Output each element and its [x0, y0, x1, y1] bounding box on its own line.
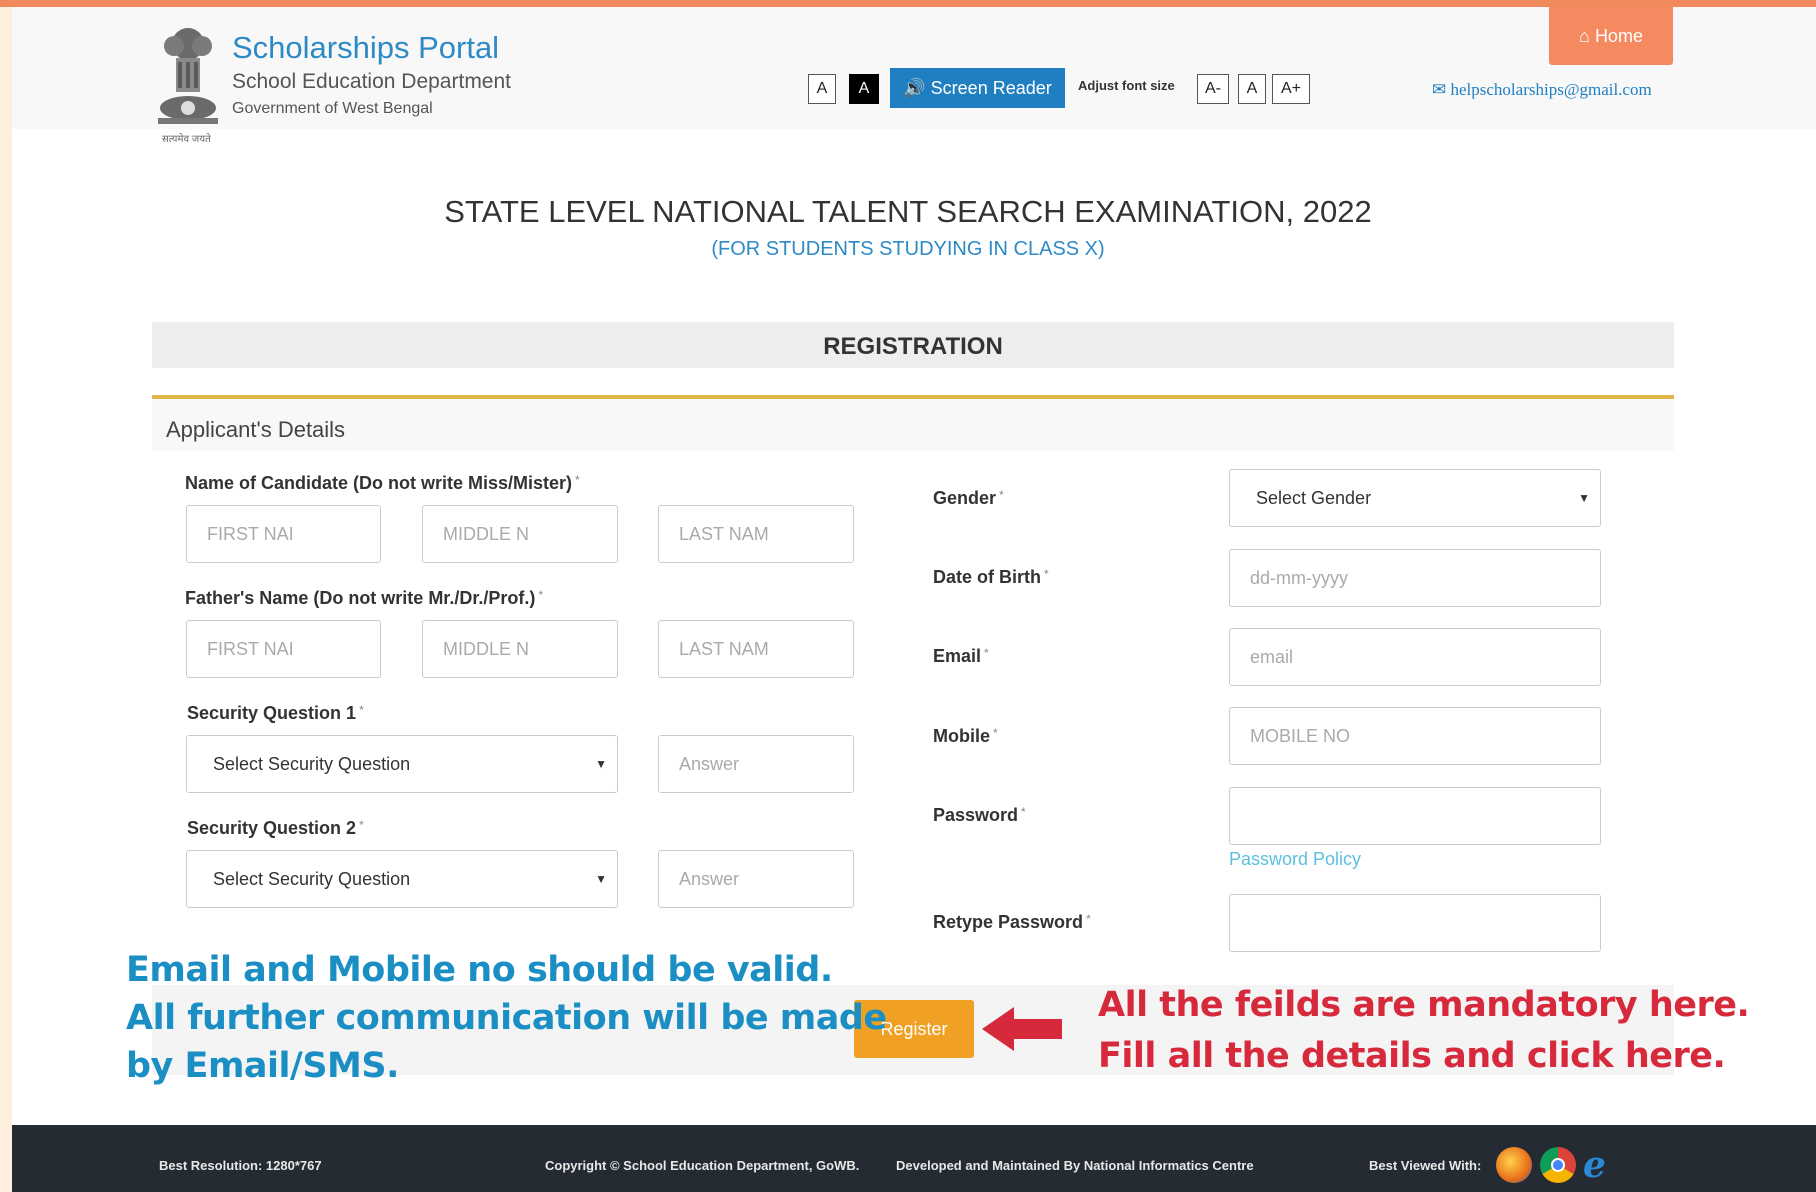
security-answer-2-input[interactable]: Answer: [658, 850, 854, 908]
chevron-down-icon: ▼: [1578, 491, 1590, 505]
security-question-2-value: Select Security Question: [213, 869, 411, 889]
gender-select[interactable]: Select Gender ▼: [1229, 469, 1601, 527]
chrome-icon: [1540, 1147, 1576, 1183]
note-valid-contact: Email and Mobile no should be valid.: [126, 950, 833, 990]
password-label: Password *: [933, 805, 1026, 825]
security-question-2-select[interactable]: Select Security Question ▼: [186, 850, 618, 908]
adjust-font-label: Adjust font size: [1078, 78, 1175, 93]
father-last-name-input[interactable]: LAST NAM: [658, 620, 854, 678]
font-increase-button[interactable]: A+: [1272, 74, 1310, 104]
mobile-input[interactable]: MOBILE NO: [1229, 707, 1601, 765]
security-question-1-value: Select Security Question: [213, 754, 411, 774]
note-email-sms: by Email/SMS.: [126, 1046, 399, 1086]
chrome-center-icon: [1551, 1158, 1565, 1172]
screen-reader-label: Screen Reader: [930, 78, 1052, 98]
security-answer-1-input[interactable]: Answer: [658, 735, 854, 793]
copyright-text: Copyright © School Education Department,…: [545, 1158, 860, 1173]
father-middle-name-input[interactable]: MIDDLE N: [422, 620, 618, 678]
contrast-normal-button[interactable]: A: [808, 74, 836, 104]
portal-title: Scholarships Portal: [232, 30, 500, 65]
candidate-first-name-input[interactable]: FIRST NAI: [186, 505, 381, 563]
firefox-icon: [1496, 1147, 1532, 1183]
dob-label: Date of Birth *: [933, 567, 1049, 587]
father-first-name-input[interactable]: FIRST NAI: [186, 620, 381, 678]
mobile-label: Mobile *: [933, 726, 998, 746]
help-email-text: helpscholarships@gmail.com: [1450, 80, 1652, 99]
best-resolution-text: Best Resolution: 1280*767: [159, 1158, 322, 1173]
retype-password-input[interactable]: [1229, 894, 1601, 952]
password-policy-link[interactable]: Password Policy: [1229, 849, 1361, 870]
arrow-left-icon: [982, 1007, 1062, 1051]
gender-select-value: Select Gender: [1256, 488, 1372, 508]
security-question-1-select[interactable]: Select Security Question ▼: [186, 735, 618, 793]
candidate-middle-name-input[interactable]: MIDDLE N: [422, 505, 618, 563]
home-button[interactable]: ⌂ Home: [1549, 7, 1673, 65]
state-emblem-icon: [158, 28, 218, 124]
gender-label: Gender *: [933, 488, 1004, 508]
note-communication: All further communication will be made: [126, 998, 887, 1038]
email-input[interactable]: email: [1229, 628, 1601, 686]
emblem-caption: सत्यमेव जयते: [162, 134, 211, 145]
department-name: School Education Department: [232, 70, 511, 93]
internet-explorer-icon: e: [1583, 1144, 1606, 1186]
security-question-2-label: Security Question 2 *: [187, 818, 364, 838]
exam-subtitle: (FOR STUDENTS STUDYING IN CLASS X): [711, 238, 1105, 260]
registration-title: REGISTRATION: [823, 333, 1003, 360]
registration-header: REGISTRATION: [152, 322, 1674, 368]
chevron-down-icon: ▼: [595, 757, 607, 771]
candidate-last-name-input[interactable]: LAST NAM: [658, 505, 854, 563]
candidate-name-label: Name of Candidate (Do not write Miss/Mis…: [185, 473, 580, 493]
contrast-dark-button[interactable]: A: [849, 74, 879, 104]
government-name: Government of West Bengal: [232, 100, 433, 117]
screen-reader-button[interactable]: 🔊 Screen Reader: [890, 68, 1065, 108]
email-label: Email *: [933, 646, 989, 666]
security-question-1-label: Security Question 1 *: [187, 703, 364, 723]
speaker-icon: 🔊: [903, 78, 926, 98]
father-name-label: Father's Name (Do not write Mr./Dr./Prof…: [185, 588, 544, 608]
note-click-here: Fill all the details and click here.: [1098, 1036, 1726, 1076]
help-email-link[interactable]: ✉ helpscholarships@gmail.com: [1432, 80, 1652, 100]
home-icon: ⌂: [1579, 26, 1590, 46]
chevron-down-icon: ▼: [595, 872, 607, 886]
best-viewed-text: Best Viewed With:: [1369, 1158, 1482, 1173]
home-label: Home: [1594, 26, 1643, 46]
dob-input[interactable]: dd-mm-yyyy: [1229, 549, 1601, 607]
exam-title: STATE LEVEL NATIONAL TALENT SEARCH EXAMI…: [444, 194, 1372, 229]
font-normal-button[interactable]: A: [1238, 74, 1266, 104]
panel-heading: Applicant's Details: [152, 399, 1674, 451]
applicant-details-heading: Applicant's Details: [166, 417, 346, 442]
top-accent-line: [0, 0, 1816, 7]
font-decrease-button[interactable]: A-: [1197, 74, 1229, 104]
site-footer: Best Resolution: 1280*767 Copyright © Sc…: [12, 1125, 1816, 1192]
password-input[interactable]: [1229, 787, 1601, 845]
retype-password-label: Retype Password *: [933, 912, 1091, 932]
envelope-icon: ✉: [1432, 80, 1447, 99]
note-mandatory-fields: All the feilds are mandatory here.: [1098, 985, 1750, 1025]
developed-by-text: Developed and Maintained By National Inf…: [896, 1158, 1254, 1173]
